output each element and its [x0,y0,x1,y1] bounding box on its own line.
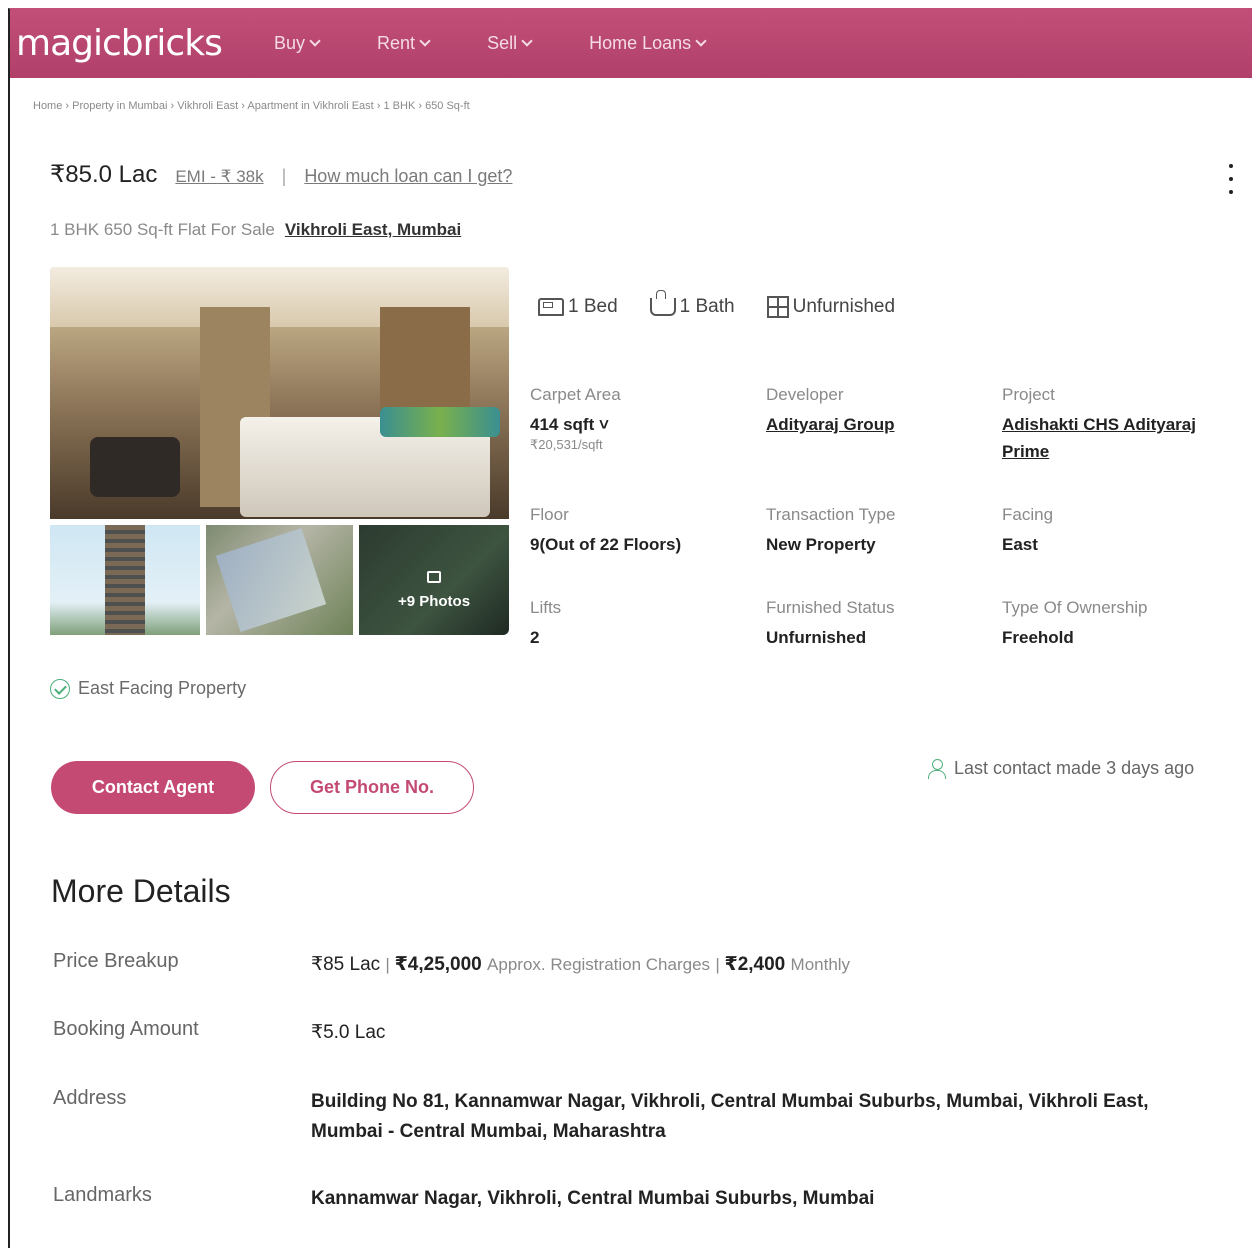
get-phone-button[interactable]: Get Phone No. [270,761,474,814]
location-link[interactable]: Vikhroli East, Mumbai [285,220,461,240]
bed-count: 1 Bed [538,296,618,318]
nav-item-rent[interactable]: Rent [377,32,431,54]
carpet-area: Carpet Area 414 sqft ˅ ₹20,531/sqft [530,385,760,453]
photo-icon [427,570,441,583]
ownership-type: Type Of Ownership Freehold [1002,598,1232,648]
thumbnail-more-photos[interactable]: +9 Photos [359,525,509,635]
breakup-price: ₹85 Lac [311,954,381,975]
feature-label: East Facing Property [78,678,247,698]
row-label: Price Breakup [53,950,179,972]
thumbnail-building[interactable] [50,525,200,635]
booking-amount-row: Booking Amount ₹5.0 Lac [53,1018,385,1048]
detail-value: Freehold [1002,628,1074,647]
carpet-area-dropdown[interactable]: 414 sqft ˅ [530,415,760,435]
detail-value: 9(Out of 22 Floors) [530,535,682,554]
project-link[interactable]: Adishakti CHS Adityaraj Prime [1002,411,1240,465]
bath-icon [649,290,676,316]
logo[interactable]: magicbricks [16,23,274,64]
last-contact-info: Last contact made 3 days ago [928,758,1194,779]
top-nav: magicbricks Buy Rent Sell Home Loans [10,8,1252,78]
more-options-icon[interactable] [1226,164,1236,194]
transaction-type: Transaction Type New Property [766,505,996,555]
bed-icon [538,298,564,316]
last-contact-label: Last contact made 3 days ago [954,758,1195,778]
bed-label: 1 Bed [568,296,618,317]
more-photos-label: +9 Photos [397,592,471,610]
lifts: Lifts 2 [530,598,760,648]
price-per-sqft: ₹20,531/sqft [530,437,603,453]
thumbnail-aerial[interactable] [206,525,353,635]
emi-link[interactable]: EMI - ₹ 38k [175,167,263,187]
nav-item-sell[interactable]: Sell [487,32,533,54]
detail-value: 2 [530,628,540,647]
detail-label: Lifts [530,598,562,617]
summary-row: 1 Bed 1 Bath Unfurnished [538,290,927,318]
nav-item-home-loans[interactable]: Home Loans [589,32,707,54]
detail-label: Developer [766,385,844,404]
chevron-down-icon [419,35,431,47]
price-breakup-row: Price Breakup ₹85 Lac | ₹4,25,000 Approx… [53,950,850,980]
breakup-monthly-note: Monthly [790,955,851,974]
landmarks-row: Landmarks Kannamwar Nagar, Vikhroli, Cen… [53,1184,874,1214]
detail-label: Furnished Status [766,598,895,617]
address-row: Address Building No 81, Kannamwar Nagar,… [53,1087,1201,1148]
project: Project Adishakti CHS Adityaraj Prime [1002,385,1240,465]
nav-label: Rent [377,32,416,53]
contact-agent-button[interactable]: Contact Agent [51,761,255,814]
developer-link[interactable]: Adityaraj Group [766,415,996,435]
detail-value: Unfurnished [766,628,867,647]
furnishing: Unfurnished [766,296,896,318]
breakup-registration: ₹4,25,000 [394,954,482,975]
nav-label: Sell [487,32,518,53]
detail-label: Floor [530,505,569,524]
price-breakup-value: ₹85 Lac | ₹4,25,000 Approx. Registration… [311,954,851,975]
detail-label: Transaction Type [766,505,896,524]
user-icon [928,758,946,779]
detail-value: New Property [766,535,876,554]
detail-label: Project [1002,385,1055,404]
row-label: Booking Amount [53,1018,199,1040]
detail-label: Type Of Ownership [1002,598,1148,617]
floor: Floor 9(Out of 22 Floors) [530,505,760,555]
detail-label: Carpet Area [530,385,621,404]
row-label: Landmarks [53,1184,152,1206]
listing-subtitle: 1 BHK 650 Sq-ft Flat For Sale Vikhroli E… [50,220,461,240]
listing-type: 1 BHK 650 Sq-ft Flat For Sale [50,220,275,239]
landmarks-value: Kannamwar Nagar, Vikhroli, Central Mumba… [311,1188,875,1209]
developer: Developer Adityaraj Group [766,385,996,435]
main-photo[interactable] [50,267,509,519]
chevron-down-icon [309,35,321,47]
nav-item-buy[interactable]: Buy [274,32,321,54]
breadcrumb[interactable]: Home › Property in Mumbai › Vikhroli Eas… [33,100,470,112]
separator: | [281,166,287,186]
chevron-down-icon [695,35,707,47]
booking-value: ₹5.0 Lac [311,1022,386,1043]
nav-label: Home Loans [589,32,692,53]
nav-label: Buy [274,32,306,53]
breakup-registration-note: Approx. Registration Charges [487,955,711,974]
check-circle-icon [50,678,70,699]
chevron-down-icon [521,35,533,47]
loan-eligibility-link[interactable]: How much loan can I get? [304,166,512,187]
price: ₹85.0 Lac [50,161,158,188]
address-value: Building No 81, Kannamwar Nagar, Vikhrol… [311,1091,1149,1143]
row-label: Address [53,1087,127,1109]
furnishing-label: Unfurnished [792,296,896,317]
furnished-status: Furnished Status Unfurnished [766,598,996,648]
bath-count: 1 Bath [649,290,735,318]
detail-value: East [1002,535,1038,554]
breakup-monthly: ₹2,400 [724,954,786,975]
facing: Facing East [1002,505,1232,555]
more-details-title: More Details [51,873,231,909]
price-row: ₹85.0 Lac EMI - ₹ 38k | How much loan ca… [50,160,512,189]
detail-label: Facing [1002,505,1054,524]
bath-label: 1 Bath [679,296,735,317]
furniture-icon [766,296,789,318]
feature-tag: East Facing Property [50,678,246,699]
